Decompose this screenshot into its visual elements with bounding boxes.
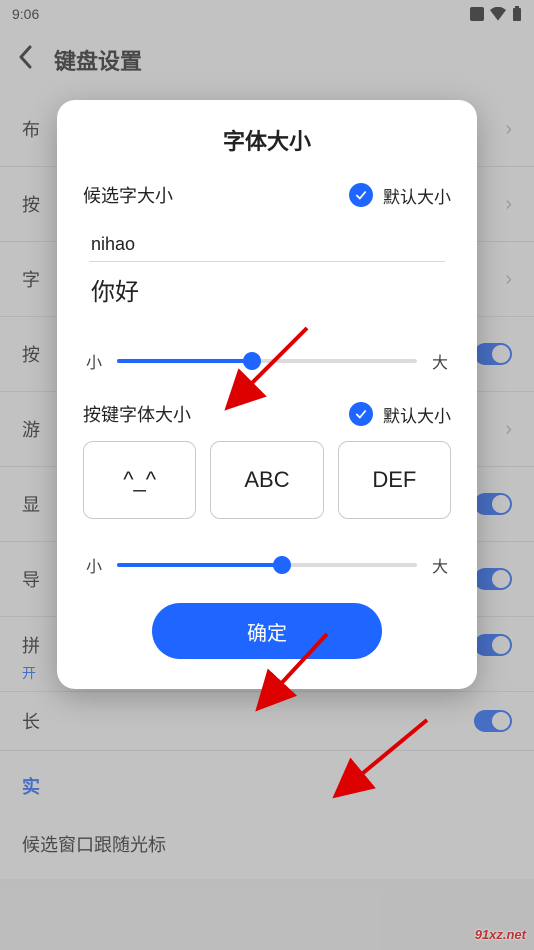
slider-thumb[interactable] bbox=[273, 556, 291, 574]
key-preview: ABC bbox=[210, 441, 323, 519]
slider-min-label: 小 bbox=[83, 553, 105, 577]
keyfont-default-label: 默认大小 bbox=[383, 402, 451, 427]
key-preview: ^_^ bbox=[83, 441, 196, 519]
candidate-slider-row: 小 大 bbox=[83, 349, 451, 373]
keyfont-slider-row: 小 大 bbox=[83, 553, 451, 577]
keyfont-section-header: 按键字体大小 默认大小 bbox=[83, 401, 451, 427]
modal-title: 字体大小 bbox=[83, 124, 451, 156]
candidate-preview-pinyin: nihao bbox=[89, 230, 445, 262]
key-preview-row: ^_^ ABC DEF bbox=[83, 441, 451, 519]
candidate-size-label: 候选字大小 bbox=[83, 182, 173, 208]
keyfont-size-label: 按键字体大小 bbox=[83, 401, 191, 427]
confirm-button[interactable]: 确定 bbox=[152, 603, 382, 659]
slider-fill bbox=[117, 563, 282, 567]
modal-scrim[interactable]: 字体大小 候选字大小 默认大小 nihao 你好 小 大 按键字 bbox=[0, 0, 534, 950]
key-preview: DEF bbox=[338, 441, 451, 519]
check-circle-icon bbox=[349, 183, 373, 207]
slider-max-label: 大 bbox=[429, 553, 451, 577]
keyfont-slider[interactable] bbox=[117, 563, 417, 567]
candidate-preview-hanzi: 你好 bbox=[89, 262, 445, 311]
candidate-slider[interactable] bbox=[117, 359, 417, 363]
candidate-preview: nihao 你好 bbox=[83, 222, 451, 315]
slider-thumb[interactable] bbox=[243, 352, 261, 370]
watermark: 91xz.net bbox=[475, 927, 526, 942]
candidate-default-label: 默认大小 bbox=[383, 183, 451, 208]
candidate-section-header: 候选字大小 默认大小 bbox=[83, 182, 451, 208]
slider-max-label: 大 bbox=[429, 349, 451, 373]
annotation-arrow-icon bbox=[347, 714, 437, 799]
slider-fill bbox=[117, 359, 252, 363]
check-circle-icon bbox=[349, 402, 373, 426]
slider-min-label: 小 bbox=[83, 349, 105, 373]
font-size-modal: 字体大小 候选字大小 默认大小 nihao 你好 小 大 按键字 bbox=[57, 100, 477, 689]
keyfont-default-toggle[interactable]: 默认大小 bbox=[349, 402, 451, 427]
candidate-default-toggle[interactable]: 默认大小 bbox=[349, 183, 451, 208]
